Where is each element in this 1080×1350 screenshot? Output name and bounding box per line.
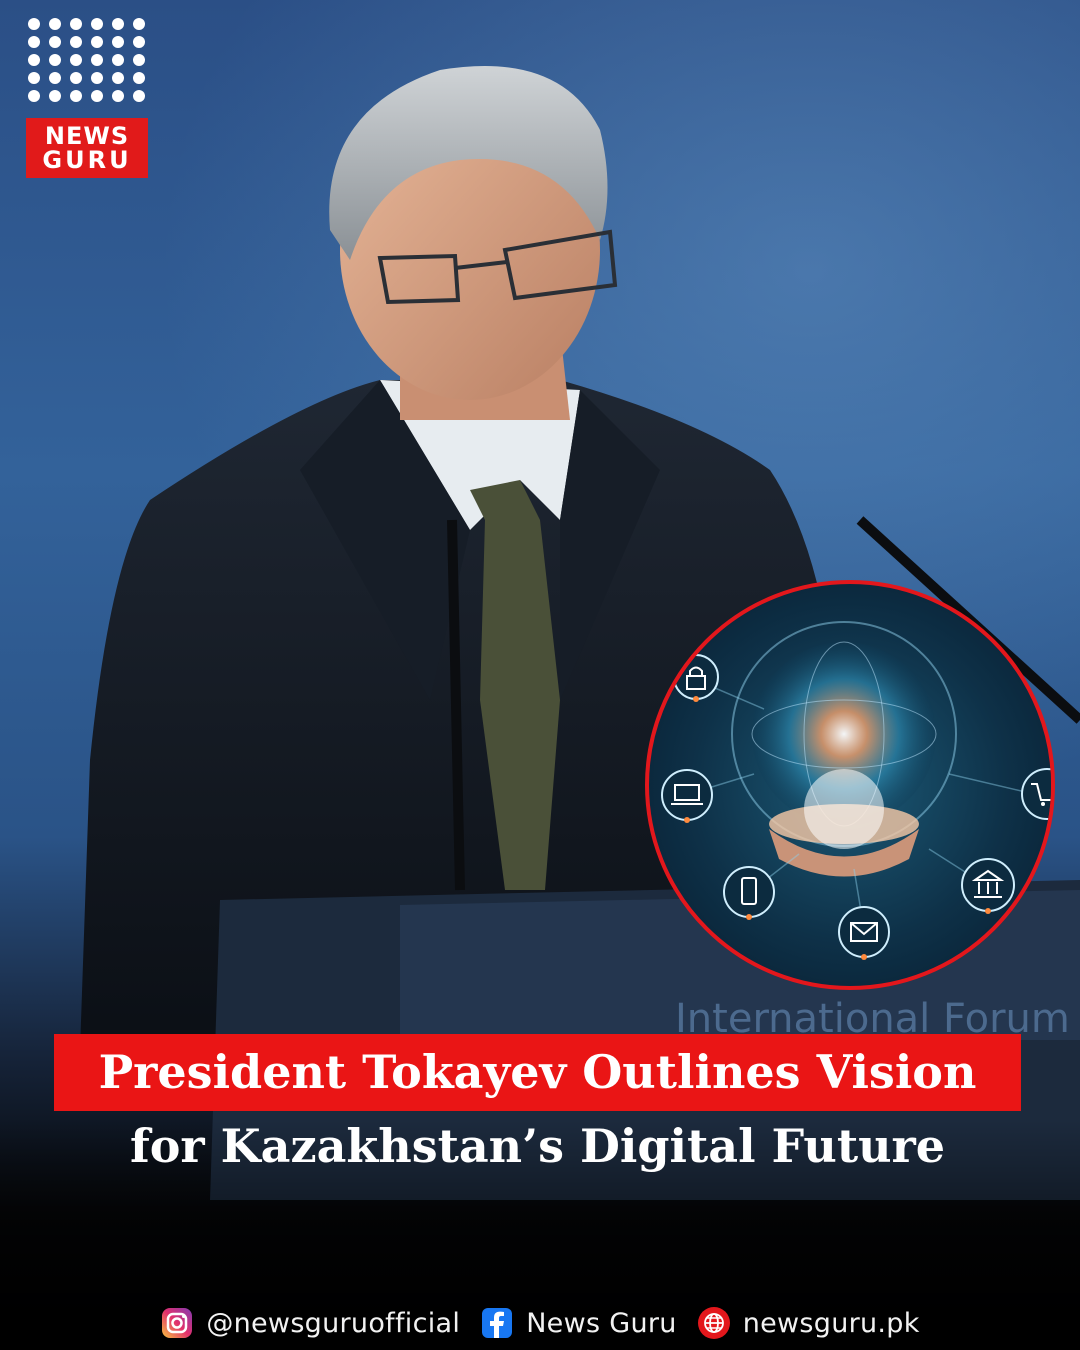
instagram-link[interactable]: @newsguruofficial bbox=[160, 1306, 460, 1340]
facebook-page-name: News Guru bbox=[526, 1307, 677, 1339]
news-guru-logo[interactable]: NEWS GURU bbox=[26, 16, 148, 178]
headline-line-1: President Tokayev Outlines Vision bbox=[54, 1034, 1021, 1111]
instagram-icon bbox=[162, 1308, 193, 1338]
logo-line-1: NEWS bbox=[44, 122, 130, 150]
social-footer: @newsguruofficial News Guru newsguru.pk bbox=[0, 1300, 1080, 1346]
laptop-icon bbox=[661, 769, 713, 823]
logo-line-2: GURU bbox=[42, 146, 132, 174]
globe-icon bbox=[697, 1307, 730, 1339]
lock-icon bbox=[673, 654, 719, 702]
phone-icon bbox=[723, 866, 775, 920]
logo-dot-grid-icon bbox=[28, 18, 145, 102]
digital-network-inset-image bbox=[645, 580, 1055, 990]
instagram-handle: @newsguruofficial bbox=[206, 1307, 461, 1339]
facebook-link[interactable]: News Guru bbox=[480, 1306, 677, 1340]
facebook-icon bbox=[482, 1308, 513, 1338]
website-url: newsguru.pk bbox=[742, 1307, 920, 1339]
bank-icon bbox=[961, 858, 1015, 914]
logo-wordmark: NEWS GURU bbox=[26, 118, 148, 178]
cart-icon bbox=[1021, 768, 1051, 820]
headline-line-2: for Kazakhstan’s Digital Future bbox=[129, 1119, 946, 1173]
mail-icon bbox=[838, 906, 890, 960]
website-link[interactable]: newsguru.pk bbox=[697, 1306, 920, 1340]
